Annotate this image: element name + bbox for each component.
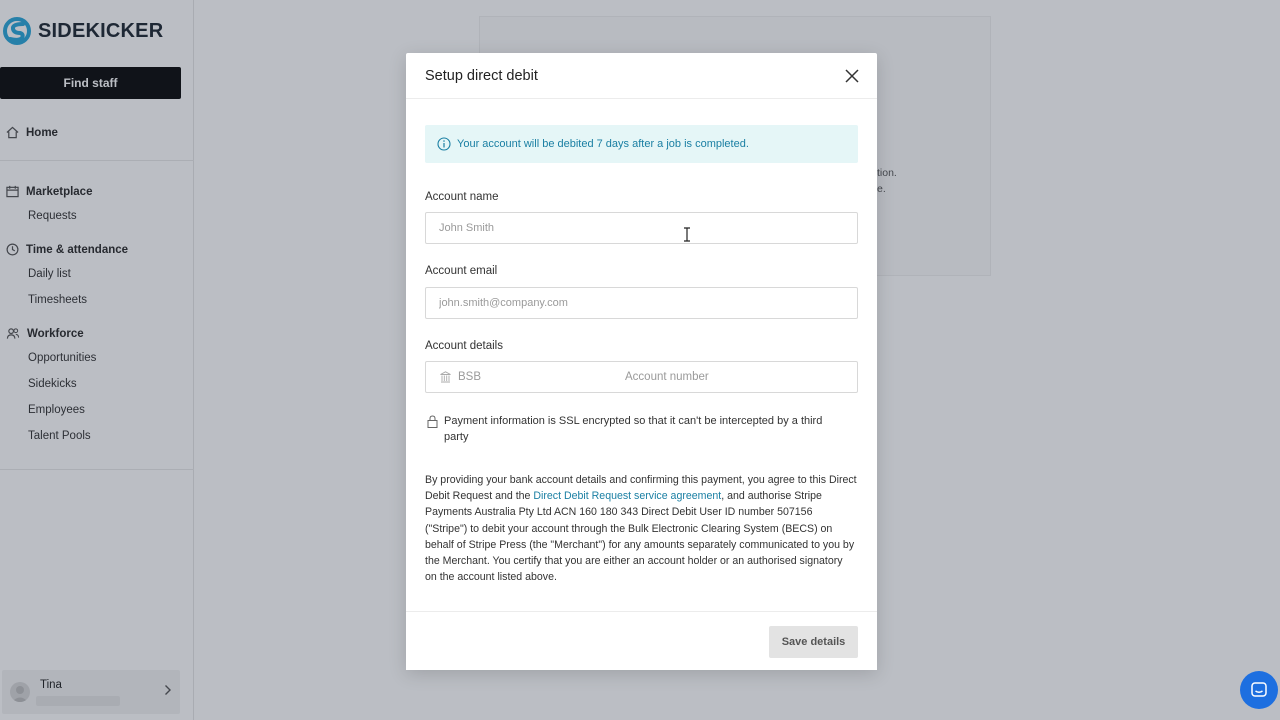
- dialog-title: Setup direct debit: [425, 68, 538, 84]
- ssl-note-text: Payment information is SSL encrypted so …: [444, 415, 823, 443]
- lock-icon: [427, 415, 438, 428]
- text-cursor-icon: [684, 227, 690, 242]
- account-number-input[interactable]: [625, 367, 825, 387]
- account-name-input[interactable]: [425, 212, 858, 244]
- account-details-field: [425, 361, 858, 393]
- account-name-label: Account name: [425, 191, 499, 203]
- bsb-input[interactable]: [458, 367, 608, 387]
- info-text: Your account will be debited 7 days afte…: [457, 138, 749, 150]
- account-details-label: Account details: [425, 340, 503, 352]
- info-icon: [437, 137, 451, 151]
- save-details-button[interactable]: Save details: [769, 626, 858, 658]
- chat-launcher-button[interactable]: [1240, 671, 1278, 709]
- dialog-footer: Save details: [406, 611, 877, 670]
- dialog-header: Setup direct debit: [406, 53, 877, 99]
- close-icon: [845, 69, 859, 83]
- direct-debit-dialog: Setup direct debit Your account will be …: [406, 53, 877, 670]
- bank-icon: [440, 371, 451, 383]
- mandate-text-part: , and authorise Stripe Payments Australi…: [425, 490, 855, 584]
- info-banner: Your account will be debited 7 days afte…: [425, 125, 858, 163]
- mandate-text: By providing your bank account details a…: [425, 472, 857, 585]
- close-button[interactable]: [843, 67, 861, 85]
- account-email-label: Account email: [425, 265, 498, 277]
- chat-icon: [1251, 682, 1267, 697]
- account-email-input[interactable]: [425, 287, 858, 319]
- service-agreement-link[interactable]: Direct Debit Request service agreement: [533, 490, 721, 502]
